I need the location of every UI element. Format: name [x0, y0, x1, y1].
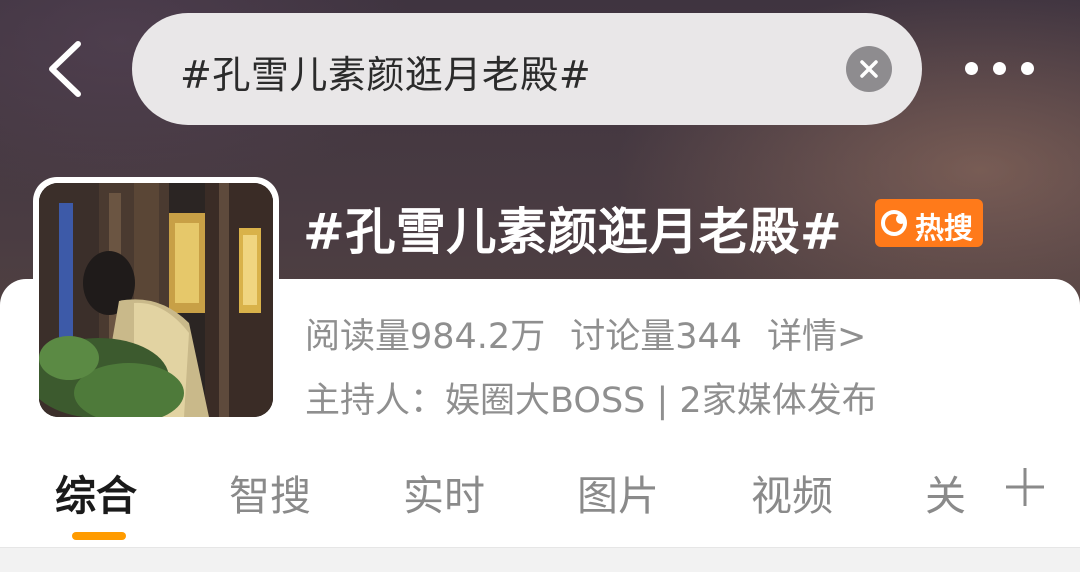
active-tab-indicator [72, 532, 126, 540]
topic-cover-image [39, 183, 273, 417]
search-query-text: #孔雪儿素颜逛月老殿# [180, 53, 592, 97]
more-options-button[interactable] [960, 50, 1040, 86]
clear-search-button[interactable] [846, 46, 892, 92]
hot-badge: 热搜 [875, 199, 983, 247]
discussion-count: 讨论量344 [570, 317, 743, 357]
host-info: 主持人：娱圈大BOSS | 2家媒体发布 [305, 381, 877, 421]
tab-related[interactable]: 关 [925, 462, 966, 522]
tab-comprehensive[interactable]: 综合 [55, 462, 137, 522]
chevron-left-icon [49, 41, 81, 97]
topic-cover[interactable] [33, 177, 279, 423]
content-divider [0, 547, 1080, 572]
flame-icon [881, 210, 907, 236]
read-count: 阅读量984.2万 [305, 317, 546, 357]
close-icon [860, 60, 878, 78]
hot-badge-label: 热搜 [915, 211, 974, 245]
topic-stats: 阅读量984.2万 讨论量344 详情> [305, 308, 891, 359]
add-tab-button[interactable] [1000, 462, 1050, 512]
topic-title: #孔雪儿素颜逛月老殿# [303, 203, 843, 261]
tab-videos[interactable]: 视频 [751, 462, 833, 522]
back-button[interactable] [38, 38, 94, 100]
tab-images[interactable]: 图片 [577, 462, 659, 522]
plus-icon [1006, 468, 1044, 506]
details-link[interactable]: 详情> [767, 317, 866, 357]
search-input[interactable]: #孔雪儿素颜逛月老殿# [132, 13, 922, 125]
tab-smart-search[interactable]: 智搜 [229, 462, 311, 522]
tab-realtime[interactable]: 实时 [403, 462, 485, 522]
